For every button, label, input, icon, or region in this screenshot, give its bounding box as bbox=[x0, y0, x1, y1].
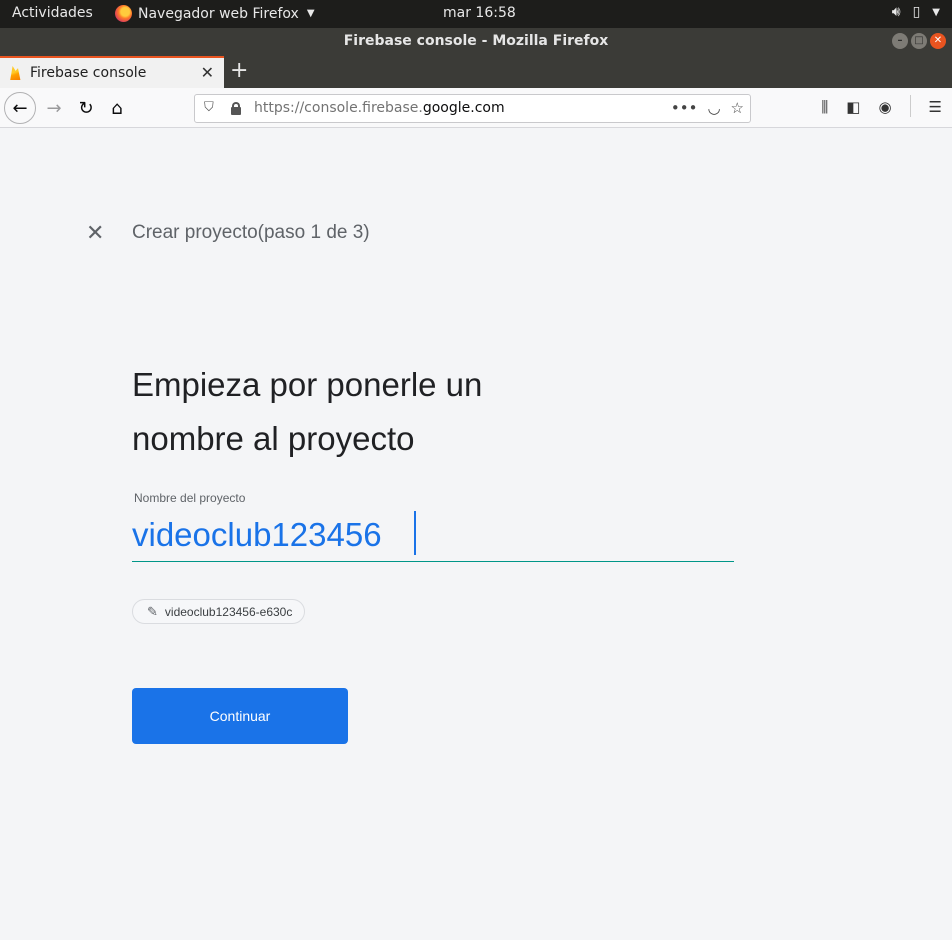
tab-label: Firebase console bbox=[30, 65, 147, 81]
library-icon[interactable]: ⫼ bbox=[821, 98, 828, 117]
project-name-input[interactable] bbox=[132, 509, 734, 562]
window-close-button[interactable]: ✕ bbox=[930, 33, 946, 49]
reload-icon: ↻ bbox=[78, 97, 94, 119]
url-domain: google.com bbox=[422, 100, 505, 116]
clock[interactable]: mar 16:58 bbox=[443, 5, 516, 21]
firefox-icon bbox=[115, 5, 132, 22]
home-button[interactable]: ⌂ bbox=[103, 94, 131, 122]
back-icon: ← bbox=[12, 97, 28, 119]
sidebar-icon[interactable]: ◧ bbox=[846, 98, 860, 117]
app-menu[interactable]: Navegador web Firefox ▼ bbox=[115, 5, 315, 22]
toolbar-divider bbox=[909, 95, 911, 117]
shield-icon[interactable]: ⛉ bbox=[204, 100, 214, 115]
page-actions-icon[interactable]: ••• bbox=[671, 99, 698, 117]
lock-icon[interactable] bbox=[231, 102, 241, 115]
forward-icon: → bbox=[46, 97, 62, 119]
tab-firebase-console[interactable]: Firebase console ✕ bbox=[0, 56, 224, 88]
system-tray[interactable]: 🔊︎ ▯ ▼ bbox=[892, 4, 940, 20]
menu-icon[interactable]: ☰ bbox=[929, 98, 942, 117]
tab-strip: Firebase console ✕ + bbox=[0, 56, 952, 88]
heading-line-1: Empieza por ponerle un bbox=[132, 366, 483, 403]
volume-icon: 🔊︎ bbox=[891, 4, 901, 20]
project-name-label: Nombre del proyecto bbox=[134, 491, 246, 505]
url-text[interactable]: https://console.firebase.google.com bbox=[254, 100, 505, 116]
pencil-icon: ✎ bbox=[147, 603, 158, 619]
battery-icon: ▯ bbox=[912, 4, 921, 20]
back-button[interactable]: ← bbox=[4, 92, 36, 124]
window-title: Firebase console - Mozilla Firefox bbox=[343, 33, 609, 49]
home-icon: ⌂ bbox=[111, 97, 123, 119]
url-bar[interactable]: ⛉ https://console.firebase.google.com ••… bbox=[194, 94, 751, 123]
tab-close-icon[interactable]: ✕ bbox=[201, 63, 214, 82]
new-tab-button[interactable]: + bbox=[230, 58, 248, 83]
page-heading: Empieza por ponerle un nombre al proyect… bbox=[132, 358, 652, 466]
page-content: ✕ Crear proyecto(paso 1 de 3) Empieza po… bbox=[0, 129, 952, 940]
reload-button[interactable]: ↻ bbox=[72, 94, 100, 122]
project-id-chip[interactable]: ✎ videoclub123456-e630c bbox=[132, 599, 306, 624]
app-menu-label: Navegador web Firefox bbox=[138, 5, 299, 22]
power-menu-icon: ▼ bbox=[932, 6, 940, 18]
url-prefix: https://console.firebase. bbox=[254, 100, 423, 116]
window-title-bar: Firebase console - Mozilla Firefox – □ ✕ bbox=[0, 28, 952, 56]
close-icon[interactable]: ✕ bbox=[86, 221, 104, 246]
maximize-button[interactable]: □ bbox=[911, 33, 927, 49]
text-cursor bbox=[414, 511, 416, 555]
heading-line-2: nombre al proyecto bbox=[132, 420, 415, 457]
chevron-down-icon: ▼ bbox=[306, 8, 315, 19]
activities-button[interactable]: Actividades bbox=[12, 5, 93, 21]
bookmark-star-icon[interactable]: ☆ bbox=[731, 99, 744, 117]
pocket-icon[interactable]: ◡ bbox=[707, 99, 720, 117]
account-icon[interactable]: ◉ bbox=[878, 98, 891, 117]
continue-button[interactable]: Continuar bbox=[132, 688, 348, 744]
forward-button[interactable]: → bbox=[40, 94, 68, 122]
firebase-favicon bbox=[10, 66, 21, 80]
step-title: Crear proyecto(paso 1 de 3) bbox=[132, 222, 370, 243]
minimize-button[interactable]: – bbox=[892, 33, 908, 49]
system-top-bar: Actividades Navegador web Firefox ▼ mar … bbox=[0, 0, 952, 28]
project-id-text: videoclub123456-e630c bbox=[164, 604, 293, 619]
navigation-bar: ← → ↻ ⌂ ⛉ https://console.firebase.googl… bbox=[0, 88, 952, 128]
